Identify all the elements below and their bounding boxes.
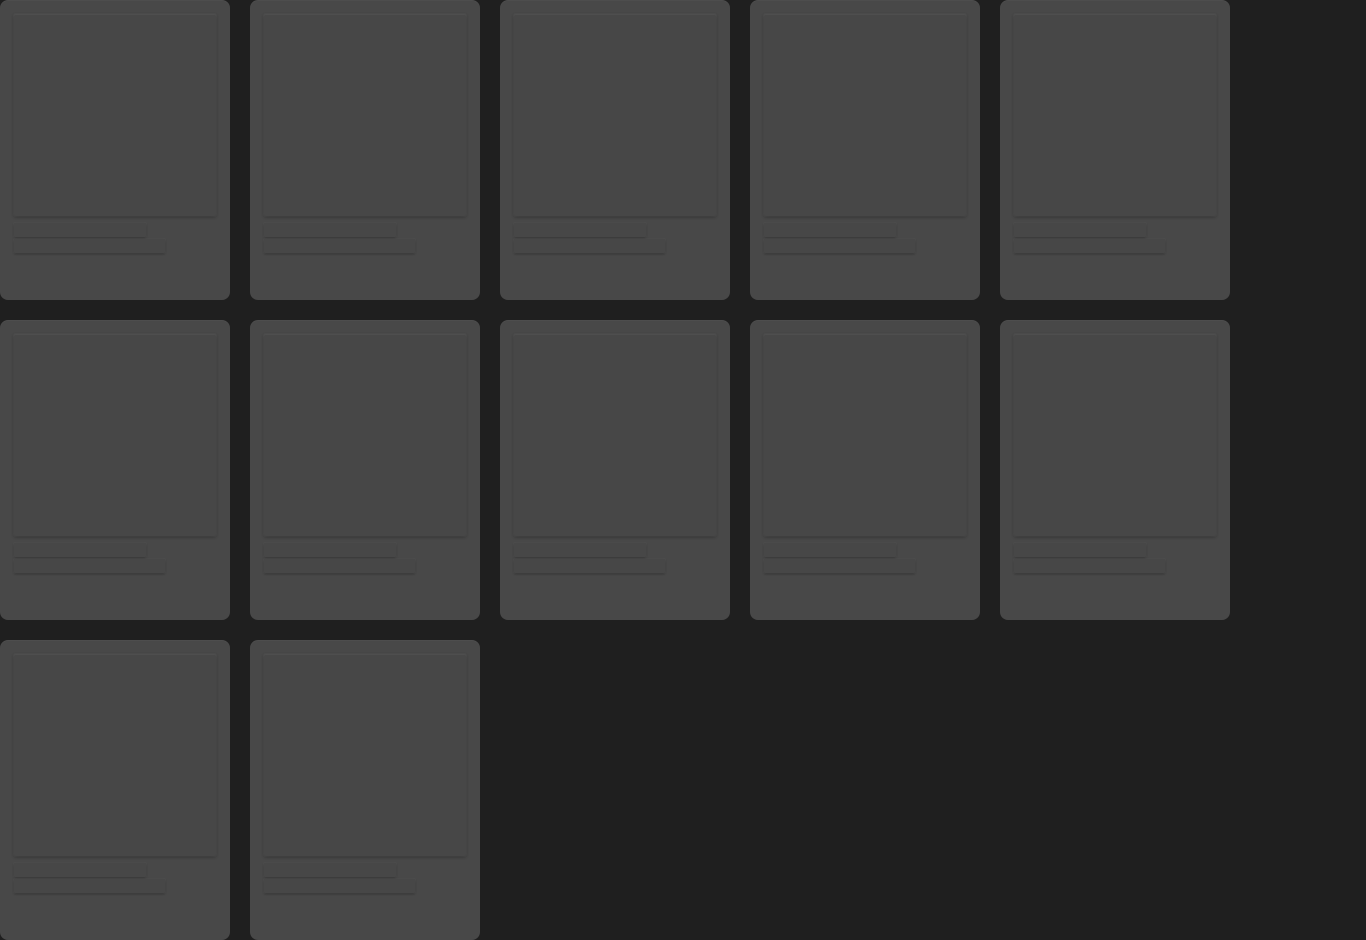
skeleton-title-line: [264, 543, 396, 557]
skeleton-title-line: [514, 223, 646, 237]
skeleton-subtitle-line: [514, 239, 665, 253]
skeleton-card: [500, 0, 730, 300]
skeleton-thumbnail: [764, 14, 966, 216]
skeleton-thumbnail: [514, 14, 716, 216]
skeleton-subtitle-line: [264, 879, 415, 893]
skeleton-title-line: [764, 543, 896, 557]
skeleton-subtitle-line: [14, 879, 165, 893]
skeleton-card: [0, 640, 230, 940]
skeleton-subtitle-line: [764, 559, 915, 573]
skeleton-thumbnail: [264, 654, 466, 856]
skeleton-thumbnail: [264, 14, 466, 216]
skeleton-title-line: [1014, 543, 1146, 557]
skeleton-card: [0, 320, 230, 620]
skeleton-subtitle-line: [14, 559, 165, 573]
skeleton-thumbnail: [14, 14, 216, 216]
skeleton-thumbnail: [14, 654, 216, 856]
skeleton-subtitle-line: [264, 559, 415, 573]
skeleton-card: [250, 320, 480, 620]
skeleton-subtitle-line: [14, 239, 165, 253]
skeleton-card: [0, 0, 230, 300]
skeleton-title-line: [14, 223, 146, 237]
skeleton-card: [750, 0, 980, 300]
skeleton-title-line: [1014, 223, 1146, 237]
skeleton-card: [1000, 0, 1230, 300]
skeleton-subtitle-line: [514, 559, 665, 573]
skeleton-title-line: [264, 223, 396, 237]
skeleton-title-line: [514, 543, 646, 557]
skeleton-thumbnail: [514, 334, 716, 536]
skeleton-thumbnail: [1014, 14, 1216, 216]
skeleton-title-line: [14, 543, 146, 557]
skeleton-card: [1000, 320, 1230, 620]
skeleton-thumbnail: [1014, 334, 1216, 536]
skeleton-title-line: [264, 863, 396, 877]
skeleton-subtitle-line: [264, 239, 415, 253]
skeleton-subtitle-line: [1014, 239, 1165, 253]
skeleton-subtitle-line: [1014, 559, 1165, 573]
skeleton-card-grid: [0, 0, 1230, 940]
skeleton-card: [250, 0, 480, 300]
skeleton-thumbnail: [14, 334, 216, 536]
skeleton-thumbnail: [764, 334, 966, 536]
skeleton-card: [250, 640, 480, 940]
skeleton-title-line: [14, 863, 146, 877]
skeleton-card: [750, 320, 980, 620]
skeleton-subtitle-line: [764, 239, 915, 253]
skeleton-title-line: [764, 223, 896, 237]
skeleton-thumbnail: [264, 334, 466, 536]
skeleton-card: [500, 320, 730, 620]
